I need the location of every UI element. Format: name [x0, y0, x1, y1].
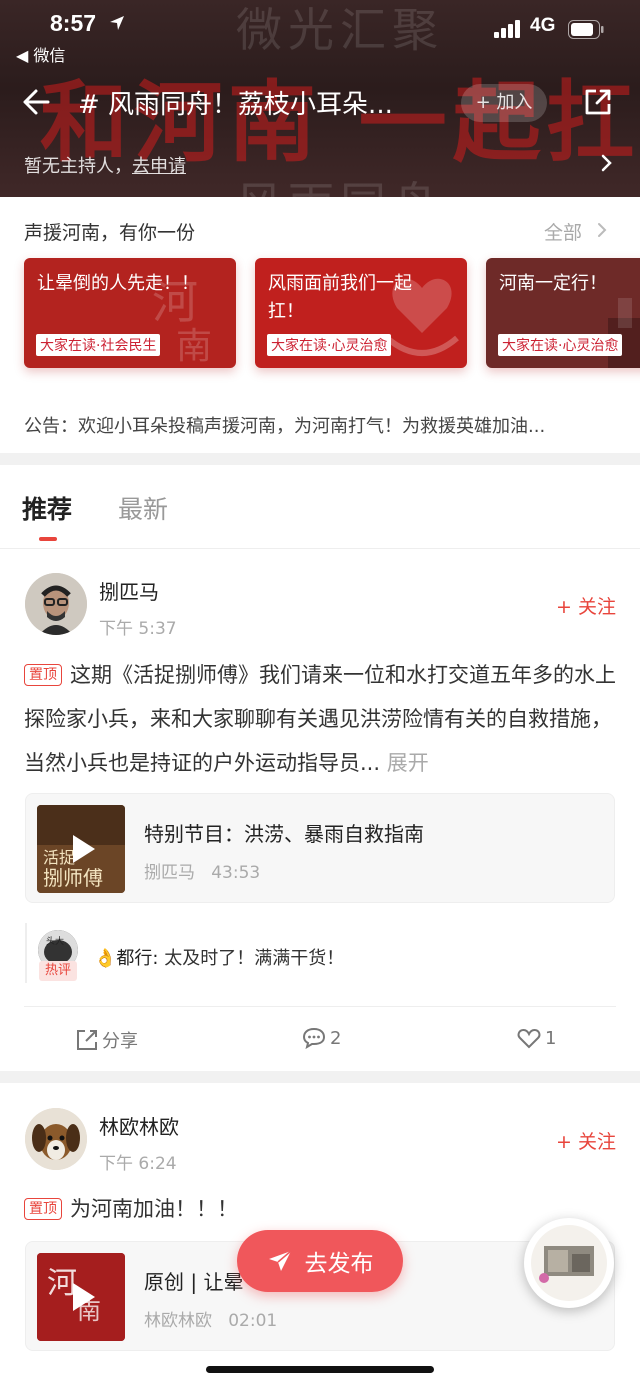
- audio-duration: 43:53: [211, 863, 261, 883]
- publish-label: 去发布: [304, 1251, 374, 1277]
- heart-icon: [517, 1028, 541, 1049]
- content-card[interactable]: 河南一定行！ 大家在读·心灵治愈: [486, 258, 640, 368]
- apply-host-link[interactable]: 去申请: [132, 156, 186, 177]
- comment-button[interactable]: 2: [302, 1027, 341, 1049]
- ok-hand-emoji: 👌: [94, 948, 117, 969]
- post-text: 这期《活捉捌师傅》我们请来一位和水打交道五年多的水上探险家小兵，来和大家聊聊有关…: [24, 663, 616, 775]
- view-all-link[interactable]: 全部: [544, 218, 582, 245]
- like-button[interactable]: 1: [517, 1027, 556, 1049]
- back-to-wechat[interactable]: ◀ 微信: [16, 42, 65, 66]
- audio-cover: 活捉 捌师傅: [37, 805, 125, 893]
- host-row[interactable]: 暂无主持人，去申请: [24, 152, 614, 178]
- card-title: 河南一定行！: [499, 273, 607, 294]
- content-card[interactable]: 风雨面前我们一起扛！ 大家在读·心灵治愈: [255, 258, 467, 368]
- status-time: 8:57: [50, 10, 97, 36]
- topic-header: 微光汇聚 和河南 一起扛 风雨同舟 8:57 4G ◀ 微信: [0, 0, 640, 197]
- section-divider: [0, 1071, 640, 1083]
- mini-player[interactable]: [524, 1218, 614, 1308]
- signal-icon: [494, 20, 520, 38]
- card-tag: 大家在读·心灵治愈: [498, 334, 623, 356]
- network-type: 4G: [530, 15, 556, 36]
- post-time: 下午 6:24: [99, 1154, 177, 1174]
- post-body[interactable]: 置顶 为河南加油！！！: [24, 1187, 618, 1231]
- comment-icon: [302, 1027, 326, 1049]
- comment-content: 太及时了！满满干货！: [164, 948, 345, 969]
- comment-user: 都行:: [116, 948, 159, 969]
- card-title: 让晕倒的人先走！！: [37, 273, 199, 294]
- post-time: 下午 5:37: [99, 619, 177, 639]
- card-tag: 大家在读·心灵治愈: [267, 334, 392, 356]
- share-icon: [77, 1030, 97, 1050]
- follow-button[interactable]: + 关注: [556, 1127, 616, 1154]
- content-card[interactable]: 河 南 让晕倒的人先走！！ 大家在读·社会民生: [24, 258, 236, 368]
- send-icon: [268, 1250, 291, 1271]
- pinned-badge: 置顶: [24, 664, 62, 686]
- post-text: 为河南加油！！！: [70, 1197, 238, 1221]
- follow-button[interactable]: + 关注: [556, 592, 616, 619]
- hot-comment-badge: 热评: [39, 961, 77, 981]
- pinned-badge: 置顶: [24, 1198, 62, 1220]
- status-bar: 8:57 4G: [0, 8, 640, 42]
- mini-player-cover: [531, 1225, 607, 1301]
- post-username[interactable]: 林欧林欧: [99, 1111, 179, 1140]
- audio-duration: 02:01: [228, 1311, 278, 1331]
- share-icon[interactable]: [584, 88, 612, 116]
- recommend-cards: 河 南 让晕倒的人先走！！ 大家在读·社会民生 风雨面前我们一起扛！ 大家在读·…: [24, 258, 640, 370]
- audio-card[interactable]: 活捉 捌师傅 特别节目：洪涝、暴雨自救指南 捌匹马 43:53: [25, 793, 615, 903]
- post-username[interactable]: 捌匹马: [99, 576, 159, 605]
- home-indicator: [206, 1366, 434, 1373]
- post-body[interactable]: 置顶 这期《活捉捌师傅》我们请来一位和水打交道五年多的水上探险家小兵，来和大家聊聊…: [24, 653, 618, 785]
- back-arrow-icon[interactable]: [22, 88, 50, 116]
- avatar[interactable]: [25, 1108, 87, 1170]
- section-title: 声援河南，有你一份: [24, 222, 196, 244]
- share-label: 分享: [102, 1031, 138, 1052]
- location-arrow-icon: [110, 16, 124, 30]
- announcement[interactable]: 公告：欢迎小耳朵投稿声援河南，为河南打气！为救援英雄加油...: [24, 412, 616, 438]
- share-button[interactable]: 分享: [76, 1027, 138, 1053]
- audio-author: 捌匹马: [144, 863, 195, 883]
- audio-title: 原创 | 让晕: [144, 1270, 244, 1294]
- host-prefix: 暂无主持人，: [24, 156, 132, 177]
- hot-avatar-text: 头大: [46, 935, 64, 947]
- audio-meta: 林欧林欧 02:01: [144, 1306, 277, 1331]
- audio-cover: 河 南: [37, 1253, 125, 1341]
- play-icon[interactable]: [37, 805, 125, 893]
- chevron-right-icon: [598, 223, 607, 237]
- card-tag: 大家在读·社会民生: [36, 334, 161, 356]
- section-divider: [0, 453, 640, 465]
- play-icon[interactable]: [37, 1253, 125, 1341]
- audio-meta: 捌匹马 43:53: [144, 858, 260, 883]
- chevron-right-icon: [601, 154, 612, 172]
- battery-icon: [568, 20, 604, 39]
- comment-quote-bar: [25, 923, 27, 983]
- active-tab-indicator: [39, 537, 57, 541]
- tab-latest[interactable]: 最新: [118, 490, 168, 526]
- expand-link[interactable]: 展开: [387, 751, 429, 775]
- topic-title: # 风雨同舟！荔枝小耳朵...: [78, 90, 393, 120]
- divider: [24, 1006, 616, 1007]
- comment-count: 2: [330, 1027, 342, 1049]
- avatar-image: [25, 573, 87, 635]
- like-count: 1: [545, 1027, 557, 1049]
- audio-title: 特别节目：洪涝、暴雨自救指南: [144, 822, 424, 846]
- svg-text:南: 南: [176, 326, 212, 367]
- avatar-image: [25, 1108, 87, 1170]
- divider: [0, 548, 640, 549]
- tab-recommend[interactable]: 推荐: [22, 490, 72, 526]
- nav-bar: # 风雨同舟！荔枝小耳朵... + 加入: [0, 82, 640, 126]
- audio-author: 林欧林欧: [144, 1311, 212, 1331]
- join-button[interactable]: + 加入: [461, 84, 547, 122]
- publish-button[interactable]: 去发布: [237, 1230, 403, 1292]
- avatar[interactable]: [25, 573, 87, 635]
- topic-page: 微光汇聚 和河南 一起扛 风雨同舟 8:57 4G ◀ 微信: [0, 0, 640, 1385]
- card-title: 风雨面前我们一起扛！: [268, 273, 412, 322]
- hot-comment[interactable]: 👌都行: 太及时了！满满干货！: [94, 944, 344, 970]
